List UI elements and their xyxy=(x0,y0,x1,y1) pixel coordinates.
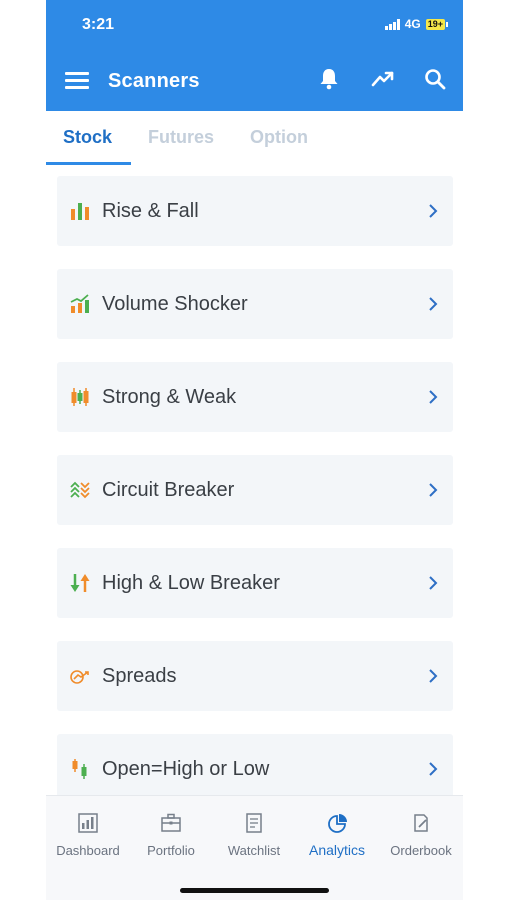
chevron-right-icon xyxy=(429,297,438,311)
open-high-low-icon xyxy=(72,759,87,779)
tab-option[interactable]: Option xyxy=(250,127,308,148)
spread-icon xyxy=(70,670,89,684)
scanner-label: Volume Shocker xyxy=(102,293,248,315)
scanner-label: Open=High or Low xyxy=(102,758,270,780)
status-time: 3:21 xyxy=(82,16,115,33)
scanner-label: Spreads xyxy=(102,665,177,687)
status-indicators: 4G 19+ xyxy=(384,17,449,31)
briefcase-icon xyxy=(161,813,181,832)
signal-icon xyxy=(384,18,400,30)
pie-chart-icon xyxy=(328,814,347,833)
bottom-navigation: Dashboard Portfolio Watchlist Analytics … xyxy=(46,795,463,900)
tab-futures[interactable]: Futures xyxy=(148,127,214,148)
watchlist-icon xyxy=(246,813,262,833)
battery-icon: 19+ xyxy=(425,18,449,30)
app-header: 3:21 4G 19+ Scanners xyxy=(46,0,463,111)
chevron-right-icon xyxy=(429,669,438,683)
orderbook-icon xyxy=(414,814,428,832)
page-title: Scanners xyxy=(108,70,200,92)
scanner-item-spreads[interactable]: Spreads xyxy=(57,641,453,711)
tab-stock[interactable]: Stock xyxy=(63,127,112,148)
up-down-arrows-icon xyxy=(70,574,90,592)
chevron-right-icon xyxy=(429,576,438,590)
scanner-item-circuit-breaker[interactable]: Circuit Breaker xyxy=(57,455,453,525)
chevrons-icon xyxy=(70,481,90,499)
scanner-item-strong-weak[interactable]: Strong & Weak xyxy=(57,362,453,432)
nav-label: Dashboard xyxy=(56,843,120,858)
nav-label: Portfolio xyxy=(147,843,195,858)
scanner-label: High & Low Breaker xyxy=(102,572,280,594)
nav-label: Orderbook xyxy=(390,843,452,858)
chevron-right-icon xyxy=(429,204,438,218)
active-tab-indicator xyxy=(46,162,131,165)
app-screen: 3:21 4G 19+ Scanners Stock Futures Optio… xyxy=(46,0,463,900)
chevron-right-icon xyxy=(429,390,438,404)
dashboard-icon xyxy=(78,813,98,833)
nav-analytics[interactable]: Analytics xyxy=(295,812,379,858)
volume-chart-icon xyxy=(70,294,89,313)
scanner-item-open-high-low[interactable]: Open=High or Low xyxy=(57,734,453,804)
home-indicator xyxy=(180,888,329,893)
scanner-item-high-low-breaker[interactable]: High & Low Breaker xyxy=(57,548,453,618)
scanner-label: Strong & Weak xyxy=(102,386,237,408)
search-icon[interactable] xyxy=(422,66,448,92)
nav-watchlist[interactable]: Watchlist xyxy=(212,812,296,858)
nav-portfolio[interactable]: Portfolio xyxy=(129,812,213,858)
nav-label: Analytics xyxy=(308,842,366,858)
nav-dashboard[interactable]: Dashboard xyxy=(46,812,130,858)
menu-icon[interactable] xyxy=(65,72,89,90)
scanner-label: Circuit Breaker xyxy=(102,479,235,501)
scanner-label: Rise & Fall xyxy=(102,200,199,222)
scanner-item-rise-fall[interactable]: Rise & Fall xyxy=(57,176,453,246)
nav-label: Watchlist xyxy=(227,843,281,858)
scanner-item-volume-shocker[interactable]: Volume Shocker xyxy=(57,269,453,339)
trending-up-icon[interactable] xyxy=(370,66,396,92)
chevron-right-icon xyxy=(429,762,438,776)
network-type: 4G xyxy=(404,17,421,31)
bar-chart-icon xyxy=(71,203,89,220)
candlestick-icon xyxy=(71,388,89,406)
nav-orderbook[interactable]: Orderbook xyxy=(379,812,463,858)
bell-icon[interactable] xyxy=(316,66,342,92)
chevron-right-icon xyxy=(429,483,438,497)
scanner-tabs: Stock Futures Option xyxy=(46,111,463,165)
